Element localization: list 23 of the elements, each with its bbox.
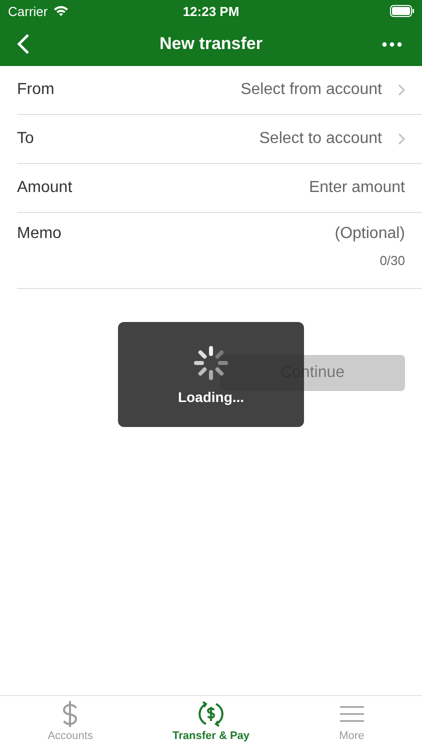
character-counter: 0/30 [380, 253, 405, 268]
spinner-icon [193, 344, 229, 380]
field-label: Memo [17, 225, 62, 243]
battery-icon [390, 5, 414, 17]
more-options-icon[interactable] [382, 42, 402, 46]
tab-bar-item[interactable]: Transfer & Pay [140, 700, 282, 750]
amount-field[interactable]: Enter amount [205, 179, 405, 197]
back-icon[interactable] [16, 33, 30, 55]
chevron-icon [398, 84, 405, 96]
field-label: Amount [17, 179, 72, 197]
carrier-name: Carrier [8, 4, 48, 18]
dollar-sign-icon [61, 700, 80, 728]
memo-field[interactable]: (Optional) [205, 225, 405, 243]
chevron-icon [398, 133, 405, 145]
wifi-icon [52, 5, 69, 17]
account-select-row[interactable]: To Select to account [17, 115, 422, 164]
loading-text: Loading... [178, 388, 244, 404]
dollar-exchange-icon [197, 700, 225, 728]
account-select-row[interactable]: From Select from account [17, 66, 422, 115]
status-time: 12:23 PM [182, 4, 240, 18]
screen-title: New transfer [160, 34, 262, 54]
tab-bar-item[interactable]: More [281, 700, 422, 750]
tab-bar-item[interactable]: Accounts [0, 700, 141, 750]
